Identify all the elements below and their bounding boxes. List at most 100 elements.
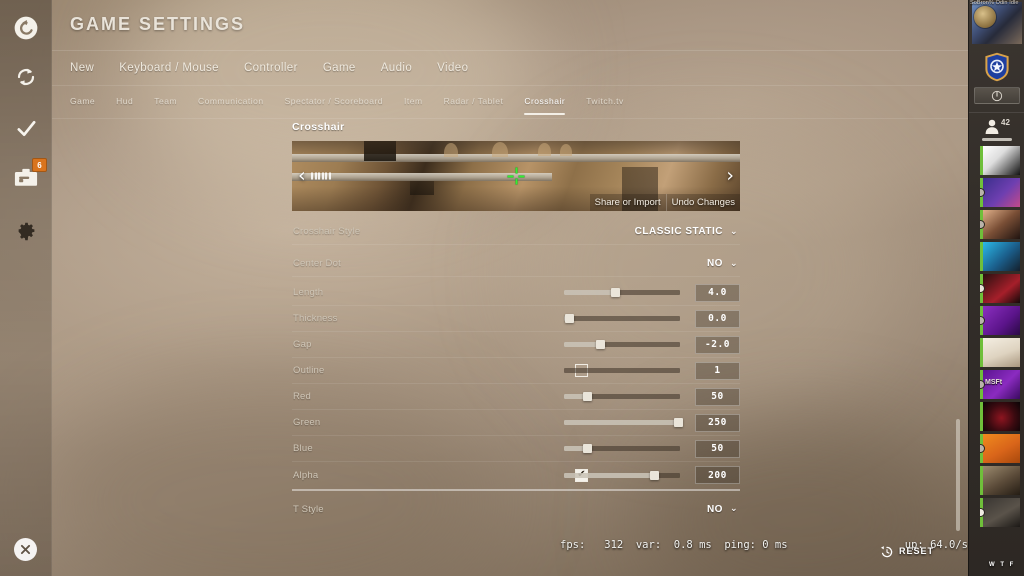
preview-arch — [560, 144, 572, 156]
section-divider — [292, 489, 740, 491]
gear-icon — [18, 222, 34, 240]
green-slider[interactable] — [564, 418, 683, 427]
preview-next-arrow[interactable]: › — [726, 166, 734, 186]
list-item[interactable] — [980, 498, 1020, 527]
close-button[interactable] — [14, 538, 37, 561]
alpha-value[interactable]: 200 — [695, 466, 740, 484]
preview-prev-arrow[interactable]: ‹ — [298, 166, 306, 186]
subtab-communication[interactable]: Communication — [198, 88, 264, 116]
setting-row-blue: Blue 50 — [292, 436, 740, 462]
crosshair-style-dropdown[interactable]: CLASSIC STATIC ⌄ — [635, 226, 738, 237]
reset-label: RESET — [899, 546, 935, 556]
tab-game[interactable]: Game — [323, 62, 356, 74]
thickness-value[interactable]: 0.0 — [695, 309, 740, 328]
section-title: Crosshair — [292, 121, 345, 133]
slider-knob[interactable] — [583, 444, 593, 453]
gap-value[interactable]: -2.0 — [695, 335, 740, 354]
blue-value[interactable]: 50 — [695, 439, 740, 458]
netgraph-right-column: up: 64.0/s cmd: 64.0/s local — [898, 508, 968, 576]
avatar — [983, 434, 1020, 463]
green-value[interactable]: 250 — [695, 413, 740, 432]
list-item[interactable] — [980, 146, 1020, 175]
setting-row-thickness: Thickness 0.0 — [292, 306, 740, 332]
dropdown-value: CLASSIC STATIC — [634, 226, 723, 237]
subtab-item[interactable]: Item — [404, 88, 423, 116]
slider-knob[interactable] — [564, 314, 574, 323]
tab-new[interactable]: New — [70, 62, 94, 74]
reset-button[interactable]: RESET — [880, 544, 934, 559]
slider-knob[interactable] — [595, 340, 605, 349]
sidebar-item-rewind[interactable] — [0, 4, 52, 52]
list-item[interactable] — [980, 242, 1020, 271]
blue-slider[interactable] — [564, 444, 680, 453]
slider-knob[interactable] — [611, 288, 621, 297]
subtab-radar-tablet[interactable]: Radar / Tablet — [444, 88, 504, 116]
person-icon — [985, 119, 999, 134]
rank-badge[interactable] — [984, 52, 1010, 82]
list-item[interactable] — [980, 466, 1020, 495]
friend-tag: MSFt — [985, 379, 1003, 386]
subtab-spectator-scoreboard[interactable]: Spectator / Scoreboard — [285, 88, 383, 116]
list-item[interactable] — [980, 210, 1020, 239]
slider-knob[interactable] — [673, 418, 683, 427]
check-icon — [16, 120, 36, 136]
list-item[interactable] — [980, 434, 1020, 463]
crosshair-marker — [507, 167, 525, 185]
crosshair-preview[interactable]: ‹ › Share or Import Undo Changes — [292, 141, 740, 211]
friends-count[interactable]: 42 — [969, 112, 1024, 138]
subtab-twitch-tv[interactable]: Twitch.tv — [586, 88, 624, 116]
alpha-slider[interactable] — [564, 470, 680, 480]
tab-keyboard-mouse[interactable]: Keyboard / Mouse — [119, 62, 219, 74]
avatar — [983, 274, 1020, 303]
friend-list-scrollbar[interactable] — [982, 138, 1012, 141]
slider-knob[interactable] — [583, 392, 593, 401]
preview-arch — [492, 142, 508, 157]
preview-ledge — [292, 154, 740, 162]
setting-row-crosshair-style[interactable]: Crosshair Style CLASSIC STATIC ⌄ — [292, 219, 740, 245]
sidebar-item-inventory[interactable]: 6 — [0, 156, 52, 204]
friend-list[interactable]: MSFt W T F — [969, 138, 1024, 576]
setting-label: Blue — [293, 443, 313, 454]
sidebar-item-settings[interactable] — [0, 207, 52, 255]
list-item[interactable] — [980, 402, 1020, 431]
list-item[interactable] — [980, 178, 1020, 207]
list-item[interactable] — [980, 338, 1020, 367]
gap-slider[interactable] — [564, 340, 680, 349]
subtab-hud[interactable]: Hud — [116, 88, 133, 116]
preview-arch — [538, 143, 551, 156]
setting-label: Center Dot — [293, 258, 341, 269]
preview-actions: Share or Import Undo Changes — [589, 194, 740, 211]
setting-row-center-dot[interactable]: Center Dot NO ⌄ — [292, 251, 740, 277]
subtab-team[interactable]: Team — [154, 88, 177, 116]
outline-slider[interactable] — [564, 367, 680, 374]
avatar — [983, 146, 1020, 175]
list-item[interactable]: MSFt — [980, 370, 1020, 399]
preview-pagination-dots — [311, 172, 331, 180]
thickness-slider[interactable] — [564, 314, 680, 323]
undo-changes-button[interactable]: Undo Changes — [665, 194, 740, 211]
subtab-game[interactable]: Game — [70, 88, 95, 116]
sidebar-item-check[interactable] — [0, 104, 52, 152]
red-value[interactable]: 50 — [695, 387, 740, 406]
red-slider[interactable] — [564, 392, 680, 401]
length-value[interactable]: 4.0 — [695, 283, 740, 302]
subtab-crosshair[interactable]: Crosshair — [524, 88, 566, 116]
setting-row-outline: Outline 1 — [292, 358, 740, 384]
sidebar-item-sync[interactable] — [0, 53, 52, 101]
power-button[interactable] — [974, 87, 1020, 104]
profile-name: SoBron% Odin Idle — [970, 0, 1019, 6]
length-slider[interactable] — [564, 288, 680, 297]
setting-label: Thickness — [293, 313, 338, 324]
tab-audio[interactable]: Audio — [381, 62, 412, 74]
list-item[interactable] — [980, 306, 1020, 335]
avatar — [983, 466, 1020, 495]
list-item[interactable] — [980, 274, 1020, 303]
profile-card[interactable] — [972, 2, 1022, 44]
share-or-import-button[interactable]: Share or Import — [589, 194, 666, 211]
center-dot-dropdown[interactable]: NO ⌄ — [707, 258, 738, 269]
slider-knob[interactable] — [650, 470, 660, 480]
tab-video[interactable]: Video — [437, 62, 468, 74]
outline-value[interactable]: 1 — [695, 361, 740, 380]
tab-controller[interactable]: Controller — [244, 62, 298, 74]
setting-row-red: Red 50 — [292, 384, 740, 410]
